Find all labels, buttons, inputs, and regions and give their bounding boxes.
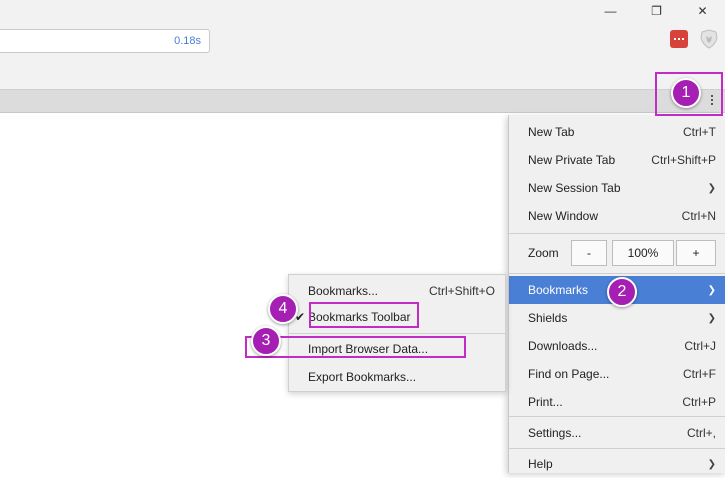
- menu-item-label: Find on Page...: [528, 367, 610, 381]
- menu-item-print[interactable]: Print... Ctrl+P: [509, 388, 725, 416]
- menu-item-label: New Window: [528, 209, 599, 223]
- submenu-item-label: Export Bookmarks...: [308, 370, 417, 384]
- menu-item-shields[interactable]: Shields ❯: [509, 304, 725, 332]
- badge-number: 1: [681, 84, 691, 101]
- bookmarks-submenu: Bookmarks... Ctrl+Shift+O ✔ Bookmarks To…: [288, 274, 506, 392]
- menu-item-label: New Session Tab: [528, 181, 621, 195]
- zoom-in-label: +: [692, 246, 700, 260]
- step-badge-1: 1: [671, 78, 701, 108]
- submenu-divider: [289, 333, 505, 334]
- menu-item-shortcut: Ctrl+P: [682, 395, 716, 409]
- menu-item-shortcut: Ctrl+T: [683, 125, 716, 139]
- menu-item-new-private-tab[interactable]: New Private Tab Ctrl+Shift+P: [509, 146, 725, 174]
- submenu-item-bookmarks[interactable]: Bookmarks... Ctrl+Shift+O: [289, 278, 505, 304]
- menu-item-shortcut: Ctrl+N: [681, 209, 716, 223]
- menu-item-new-session-tab[interactable]: New Session Tab ❯: [509, 174, 725, 202]
- zoom-level: 100%: [612, 240, 674, 266]
- chevron-right-icon: ❯: [707, 458, 716, 470]
- submenu-item-label: Bookmarks...: [308, 284, 379, 298]
- zoom-out-button[interactable]: -: [571, 240, 607, 266]
- menu-item-label: Bookmarks: [528, 283, 589, 297]
- step-badge-4: 4: [268, 294, 298, 324]
- close-icon: ✕: [697, 4, 708, 18]
- menu-item-shortcut: Ctrl+F: [683, 367, 716, 381]
- menu-item-label: New Tab: [528, 125, 575, 139]
- menu-item-label: Downloads...: [528, 339, 598, 353]
- menu-divider: [509, 273, 725, 274]
- highlight-box-bookmarks-toolbar: [309, 302, 419, 328]
- menu-item-settings[interactable]: Settings... Ctrl+,: [509, 419, 725, 447]
- menu-item-find-on-page[interactable]: Find on Page... Ctrl+F: [509, 360, 725, 388]
- menu-item-shortcut: Ctrl+Shift+P: [651, 153, 716, 167]
- zoom-in-button[interactable]: +: [676, 240, 716, 266]
- step-badge-2: 2: [607, 277, 637, 307]
- badge-number: 2: [617, 283, 627, 300]
- chevron-right-icon: ❯: [707, 284, 716, 296]
- menu-item-help[interactable]: Help ❯: [509, 450, 725, 478]
- restore-button[interactable]: ❐: [634, 0, 679, 22]
- menu-item-label: New Private Tab: [528, 153, 616, 167]
- menu-item-downloads[interactable]: Downloads... Ctrl+J: [509, 332, 725, 360]
- step-badge-3: 3: [251, 326, 281, 356]
- restore-icon: ❐: [651, 4, 662, 18]
- chevron-right-icon: ❯: [707, 312, 716, 324]
- menu-item-label: Settings...: [528, 426, 582, 440]
- menu-item-label: Help: [528, 457, 553, 471]
- bookmarks-bar: [0, 89, 725, 113]
- badge-number: 3: [261, 332, 271, 349]
- menu-item-new-tab[interactable]: New Tab Ctrl+T: [509, 118, 725, 146]
- menu-item-shortcut: Ctrl+J: [684, 339, 716, 353]
- zoom-label: Zoom: [528, 246, 559, 260]
- menu-divider: [509, 233, 725, 234]
- zoom-out-label: -: [587, 246, 591, 260]
- submenu-item-shortcut: Ctrl+Shift+O: [428, 284, 495, 298]
- menu-item-label: Print...: [528, 395, 563, 409]
- menu-item-new-window[interactable]: New Window Ctrl+N: [509, 202, 725, 230]
- minimize-icon: —: [604, 4, 617, 18]
- extension-icon[interactable]: [670, 30, 688, 48]
- menu-item-label: Shields: [528, 311, 568, 325]
- chevron-right-icon: ❯: [707, 182, 716, 194]
- submenu-item-export-bookmarks[interactable]: Export Bookmarks...: [289, 364, 505, 390]
- brave-shield-icon[interactable]: [698, 28, 720, 50]
- load-time: 0.18s: [174, 35, 201, 47]
- close-button[interactable]: ✕: [680, 0, 725, 22]
- badge-number: 4: [278, 300, 288, 317]
- menu-divider: [509, 416, 725, 417]
- menu-item-shortcut: Ctrl+,: [686, 426, 716, 440]
- menu-divider: [509, 448, 725, 449]
- address-bar[interactable]: 0.18s: [0, 29, 210, 53]
- minimize-button[interactable]: —: [588, 0, 633, 22]
- zoom-value: 100%: [627, 246, 659, 260]
